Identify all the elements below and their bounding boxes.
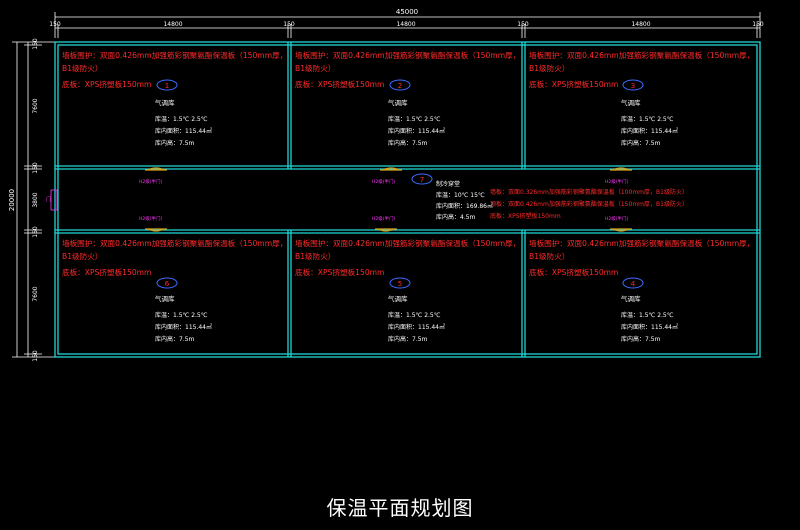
room-5-area: 库内面积：115.44㎡ [388, 323, 445, 331]
room-2-wall-spec-2: B1级防火） [295, 63, 335, 73]
dim-left-2: 150 [32, 162, 39, 174]
room-4-wall-spec: 墙板围护：双面0.426mm加强筋彩钢聚氨酯保温板（150mm厚， [529, 238, 754, 248]
room-2-wall-spec: 墙板围护：双面0.426mm加强筋彩钢聚氨酯保温板（150mm厚， [295, 50, 520, 60]
room-6-number: 6 [165, 280, 170, 288]
room-1: 墙板围护：双面0.426mm加强筋彩钢聚氨酯保温板（150mm厚， B1级防火）… [62, 50, 287, 147]
door-label-bottom-center: H2级(半门) [372, 215, 396, 222]
corridor-height: 库内高：4.5m [436, 213, 476, 221]
room-6-area: 库内面积：115.44㎡ [155, 323, 212, 331]
room-3-floor-spec: 底板：XPS挤塑板150mm [529, 79, 618, 89]
corridor-area: 库内面积：169.86㎡ [436, 202, 493, 210]
room-2: 墙板围护：双面0.426mm加强筋彩钢聚氨酯保温板（150mm厚， B1级防火）… [295, 50, 520, 147]
corridor-number: 7 [420, 176, 424, 184]
room-1-floor-spec: 底板：XPS挤塑板150mm [62, 79, 151, 89]
door-label-top-center: H2级(半门) [372, 178, 396, 185]
room-5-name: 气调库 [388, 294, 408, 303]
drawing-title: 保温平面规划图 [326, 496, 474, 520]
room-3-wall-spec: 墙板围护：双面0.426mm加强筋彩钢聚氨酯保温板（150mm厚， [529, 50, 754, 60]
room-5-floor-spec: 底板：XPS挤塑板150mm [295, 267, 384, 277]
dim-left-6: 150 [32, 350, 39, 362]
corridor-name: 制冷穿堂 [436, 180, 460, 188]
room-2-name: 气调库 [388, 98, 408, 107]
dim-left-4: 150 [32, 226, 39, 238]
room-6-wall-spec: 墙板围护：双面0.426mm加强筋彩钢聚氨酯保温板（150mm厚， [62, 238, 287, 248]
room-5-wall-spec: 墙板围护：双面0.426mm加强筋彩钢聚氨酯保温板（150mm厚， [295, 238, 520, 248]
room-2-height: 库内高：7.5m [388, 139, 428, 147]
room-1-area: 库内面积：115.44㎡ [155, 127, 212, 135]
room-6-name: 气调库 [155, 294, 175, 303]
room-2-floor-spec: 底板：XPS挤塑板150mm [295, 79, 384, 89]
room-4-temp: 库温：1.5℃ 2.5℃ [621, 311, 674, 319]
floor-plan-diagram: 45000 150 14800 150 14800 150 14800 150 … [8, 8, 764, 362]
room-1-temp: 库温：1.5℃ 2.5℃ [155, 115, 208, 123]
room-4-name: 气调库 [621, 294, 641, 303]
room-6-height: 库内高：7.5m [155, 335, 195, 343]
room-5-number: 5 [398, 280, 402, 288]
room-1-number: 1 [165, 82, 169, 90]
room-4-floor-spec: 底板：XPS挤塑板150mm [529, 267, 618, 277]
room-4-height: 库内高：7.5m [621, 335, 661, 343]
room-4-number: 4 [631, 280, 636, 288]
corridor-wall-spec: 墙板：双面0.326mm加强筋彩钢聚氨酯保温板（100mm厚，B1级防火） [490, 188, 688, 196]
room-1-name: 气调库 [155, 98, 175, 107]
dim-left-5: 7600 [32, 286, 39, 301]
dim-top-2: 150 [283, 21, 295, 28]
dim-left-3: 3800 [32, 192, 39, 207]
left-door-label: 门 [46, 196, 51, 203]
room-3-temp: 库温：1.5℃ 2.5℃ [621, 115, 674, 123]
dim-total-height: 20000 [8, 189, 16, 211]
door-label-top-right: H2级(半门) [605, 178, 629, 185]
room-3-height: 库内高：7.5m [621, 139, 661, 147]
room-4-wall-spec-2: B1级防火） [529, 251, 569, 261]
room-5-height: 库内高：7.5m [388, 335, 428, 343]
room-6-temp: 库温：1.5℃ 2.5℃ [155, 311, 208, 319]
room-1-height: 库内高：7.5m [155, 139, 195, 147]
dim-top-1: 14800 [163, 21, 182, 28]
room-1-wall-spec: 墙板围护：双面0.426mm加强筋彩钢聚氨酯保温板（150mm厚， [62, 50, 287, 60]
dim-top-4: 150 [517, 21, 529, 28]
dim-left-0: 150 [32, 38, 39, 50]
room-4: 墙板围护：双面0.426mm加强筋彩钢聚氨酯保温板（150mm厚， B1级防火）… [529, 238, 754, 343]
room-6-wall-spec-2: B1级防火） [62, 251, 102, 261]
dim-top-3: 14800 [396, 21, 415, 28]
dim-top-0: 150 [49, 21, 61, 28]
room-1-wall-spec-2: B1级防火） [62, 63, 102, 73]
room-3-wall-spec-2: B1级防火） [529, 63, 569, 73]
corridor-ceiling-spec: 顶板：双面0.426mm加强筋彩钢聚氨酯保温板（150mm厚，B1级防火） [490, 200, 688, 208]
room-4-area: 库内面积：115.44㎡ [621, 323, 678, 331]
corridor-7: 7 制冷穿堂 库温：10℃ 15℃ 库内面积：169.86㎡ 库内高：4.5m … [411, 173, 688, 221]
room-6: 墙板围护：双面0.426mm加强筋彩钢聚氨酯保温板（150mm厚， B1级防火）… [62, 238, 287, 343]
dim-top-6: 150 [752, 21, 764, 28]
left-door-symbol [50, 189, 58, 211]
corridor-floor-spec: 底板：XPS挤塑板150mm [490, 212, 561, 220]
room-5: 墙板围护：双面0.426mm加强筋彩钢聚氨酯保温板（150mm厚， B1级防火）… [295, 238, 520, 343]
dim-left-1: 7600 [32, 98, 39, 113]
door-label-bottom-right: H2级(半门) [605, 215, 629, 222]
room-5-wall-spec-2: B1级防火） [295, 251, 335, 261]
dim-total-width: 45000 [396, 8, 418, 16]
dim-top-5: 14800 [631, 21, 650, 28]
room-3-area: 库内面积：115.44㎡ [621, 127, 678, 135]
room-2-area: 库内面积：115.44㎡ [388, 127, 445, 135]
corridor-temp: 库温：10℃ 15℃ [436, 191, 485, 199]
room-2-temp: 库温：1.5℃ 2.5℃ [388, 115, 441, 123]
room-3: 墙板围护：双面0.426mm加强筋彩钢聚氨酯保温板（150mm厚， B1级防火）… [529, 50, 754, 147]
door-label-bottom-left: H2级(半门) [139, 215, 163, 222]
room-3-number: 3 [631, 82, 635, 90]
room-2-number: 2 [398, 82, 402, 90]
room-5-temp: 库温：1.5℃ 2.5℃ [388, 311, 441, 319]
room-3-name: 气调库 [621, 98, 641, 107]
door-label-top-left: H2级(半门) [139, 178, 163, 185]
room-6-floor-spec: 底板：XPS挤塑板150mm [62, 267, 151, 277]
